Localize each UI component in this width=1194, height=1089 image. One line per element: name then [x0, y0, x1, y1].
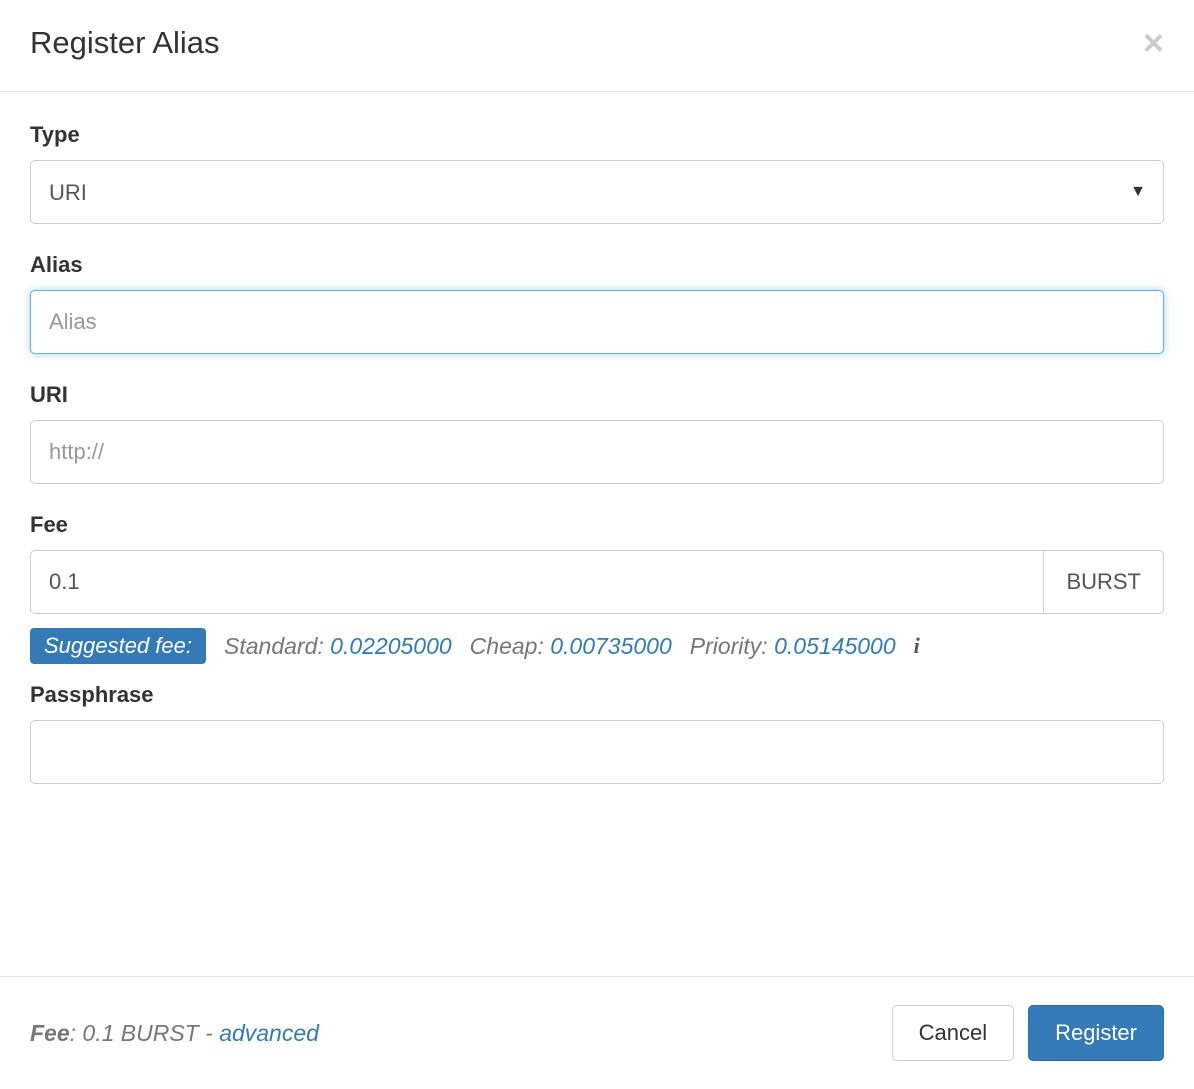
modal-header: Register Alias × [0, 0, 1194, 92]
fee-input[interactable] [30, 550, 1043, 614]
type-label: Type [30, 122, 1164, 148]
modal-title: Register Alias [30, 25, 220, 61]
fee-group: Fee BURST Suggested fee: Standard: 0.022… [30, 512, 1164, 664]
fee-suggestions-row: Suggested fee: Standard: 0.02205000 Chea… [30, 628, 1164, 664]
type-select-wrapper: URI ▼ [30, 160, 1164, 224]
fee-priority-value[interactable]: 0.05145000 [774, 633, 896, 659]
footer-fee-value: : 0.1 BURST - [70, 1020, 220, 1046]
close-button[interactable]: × [1143, 25, 1164, 61]
fee-standard-label: Standard: [224, 633, 324, 659]
fee-standard-value[interactable]: 0.02205000 [330, 633, 452, 659]
type-select[interactable]: URI [30, 160, 1164, 224]
alias-group: Alias [30, 252, 1164, 354]
uri-group: URI [30, 382, 1164, 484]
suggested-fee-badge: Suggested fee: [30, 628, 206, 664]
fee-label: Fee [30, 512, 1164, 538]
fee-cheap-value[interactable]: 0.00735000 [550, 633, 672, 659]
passphrase-label: Passphrase [30, 682, 1164, 708]
fee-unit: BURST [1043, 550, 1164, 614]
passphrase-input[interactable] [30, 720, 1164, 784]
uri-input[interactable] [30, 420, 1164, 484]
cancel-button[interactable]: Cancel [892, 1005, 1014, 1061]
modal-footer: Fee: 0.1 BURST - advanced Cancel Registe… [0, 976, 1194, 1089]
footer-fee-text: Fee: 0.1 BURST - advanced [30, 1020, 319, 1047]
fee-input-group: BURST [30, 550, 1164, 614]
footer-fee-label: Fee [30, 1020, 70, 1046]
uri-label: URI [30, 382, 1164, 408]
type-group: Type URI ▼ [30, 122, 1164, 224]
fee-priority-label: Priority: [690, 633, 768, 659]
passphrase-group: Passphrase [30, 682, 1164, 784]
modal-body: Type URI ▼ Alias URI Fee BURST Suggeste [0, 92, 1194, 976]
fee-cheap: Cheap: 0.00735000 [470, 633, 672, 660]
advanced-link[interactable]: advanced [219, 1020, 319, 1046]
fee-cheap-label: Cheap: [470, 633, 544, 659]
register-alias-modal: Register Alias × Type URI ▼ Alias URI Fe… [0, 0, 1194, 1089]
fee-priority: Priority: 0.05145000 [690, 633, 896, 660]
alias-input[interactable] [30, 290, 1164, 354]
footer-buttons: Cancel Register [892, 1005, 1164, 1061]
register-button[interactable]: Register [1028, 1005, 1164, 1061]
info-icon[interactable]: i [914, 633, 920, 659]
alias-label: Alias [30, 252, 1164, 278]
fee-standard: Standard: 0.02205000 [224, 633, 452, 660]
close-icon: × [1143, 22, 1164, 63]
